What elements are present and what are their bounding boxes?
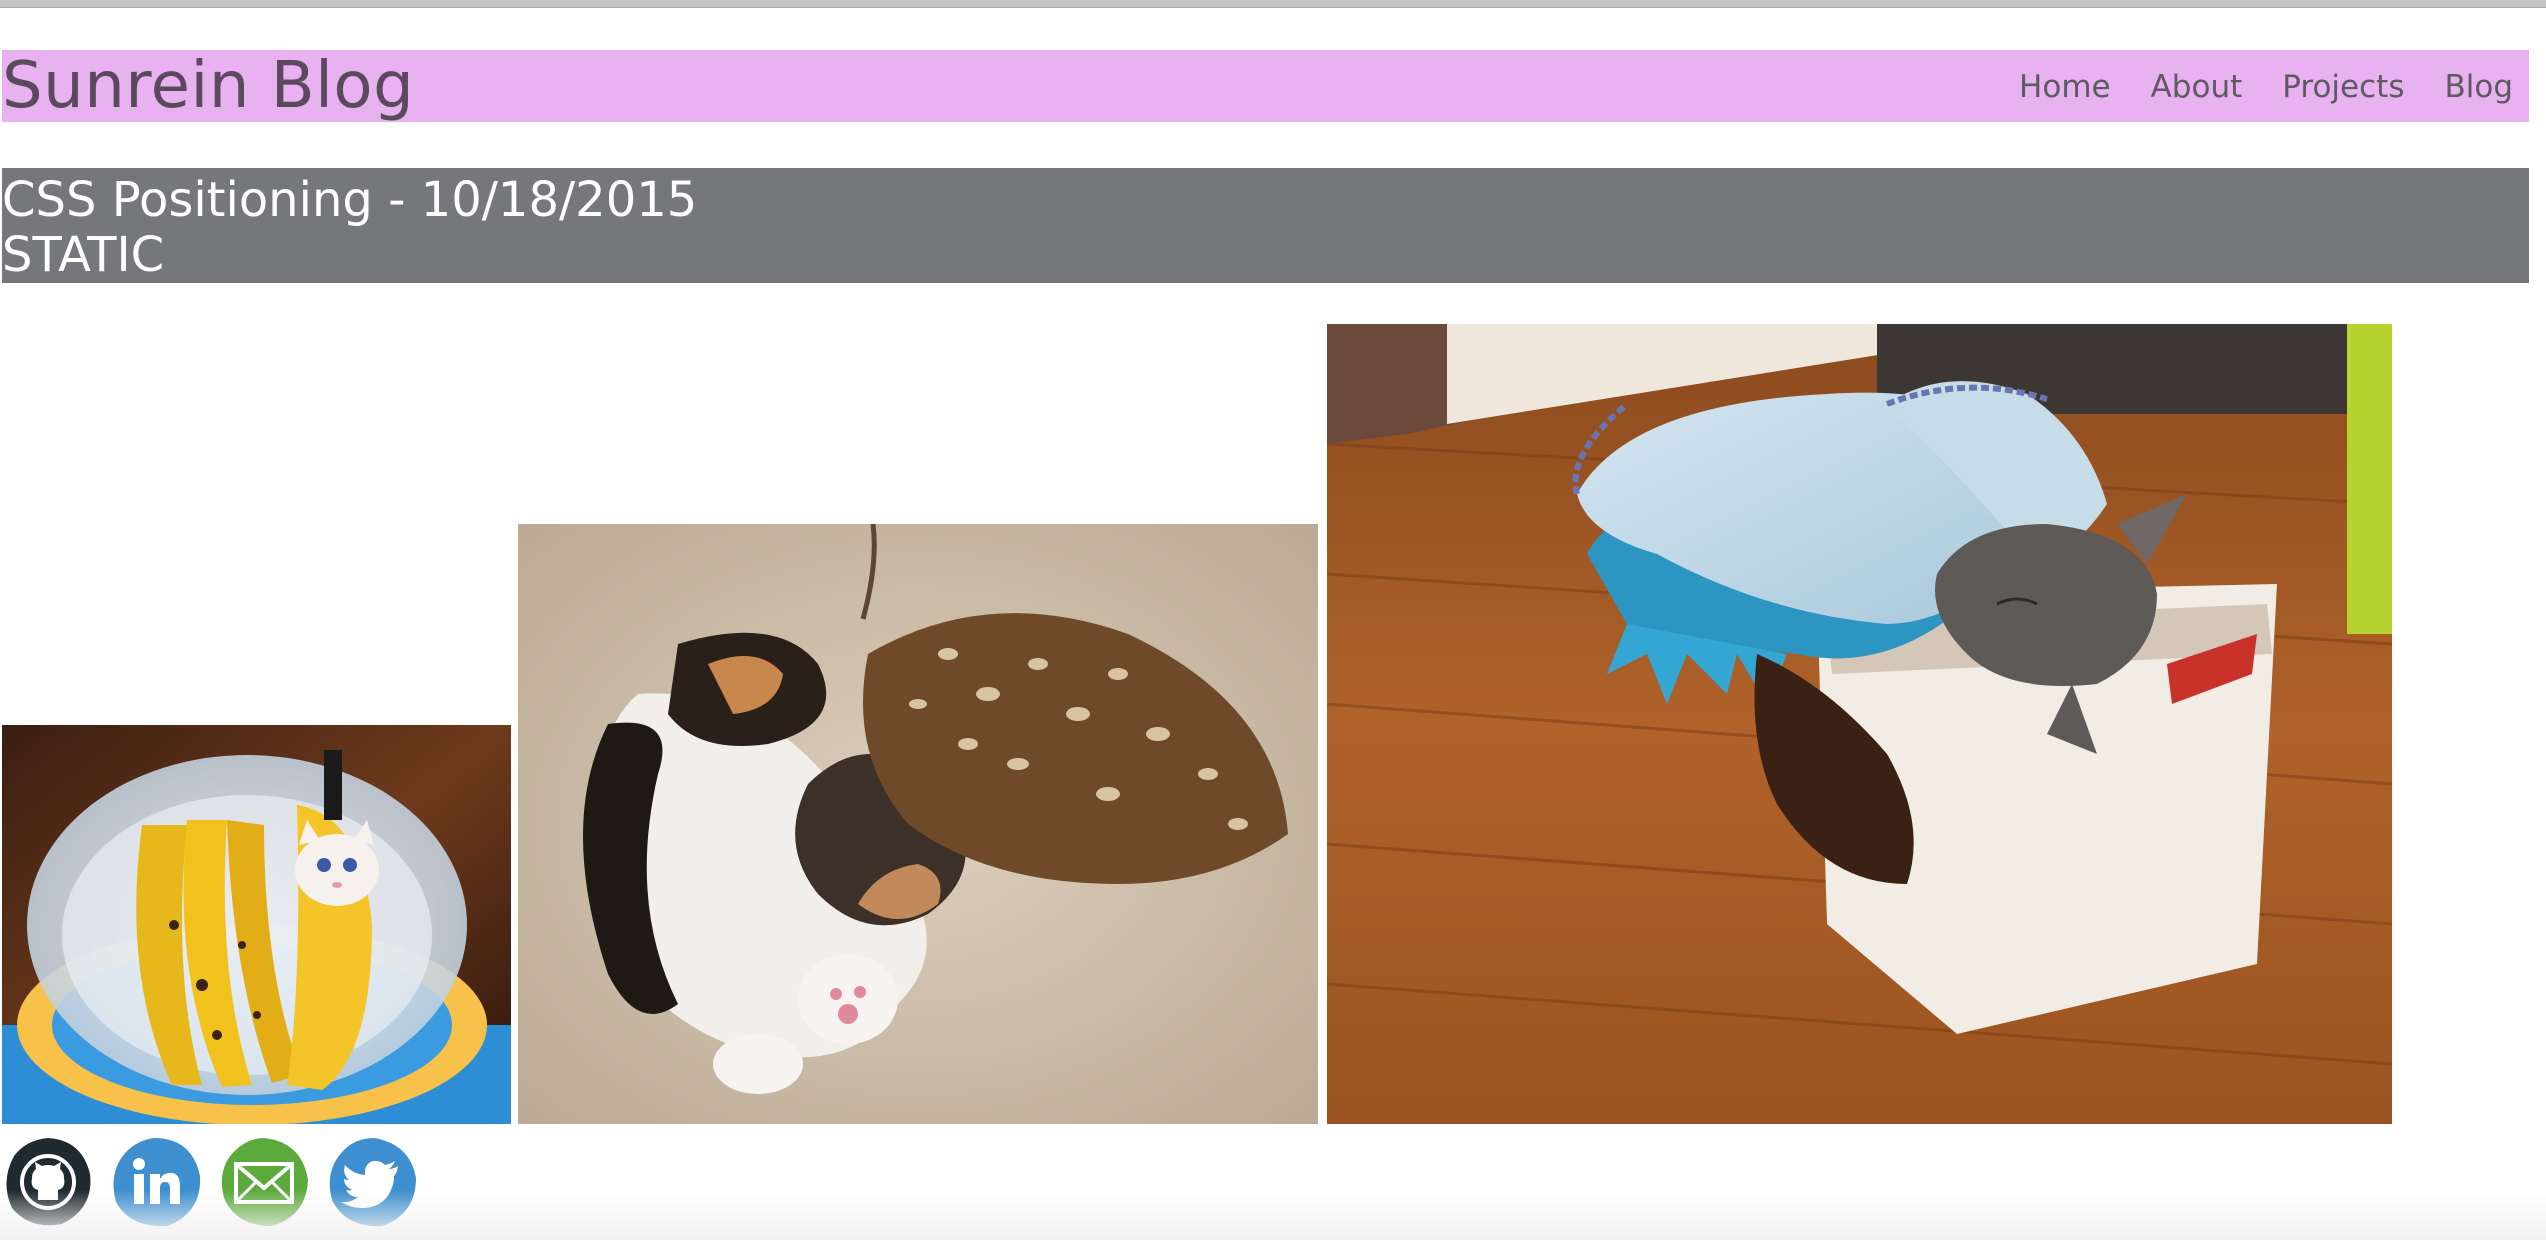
photo-kitten-banana-bowl bbox=[2, 725, 511, 1124]
post-title: CSS Positioning - 10/18/2015 bbox=[2, 172, 698, 228]
photo-kitten-blanket-box-image bbox=[1327, 324, 2392, 1124]
site-title[interactable]: Sunrein Blog bbox=[2, 54, 414, 118]
twitter-icon bbox=[329, 1138, 416, 1227]
linkedin-icon bbox=[113, 1138, 201, 1227]
nav-about-link[interactable]: About bbox=[2151, 70, 2243, 104]
post-subtitle: STATIC bbox=[2, 227, 165, 283]
nav-blog-link[interactable]: Blog bbox=[2444, 70, 2513, 104]
nav-home-link[interactable]: Home bbox=[2019, 70, 2111, 104]
twitter-link[interactable] bbox=[326, 1136, 418, 1228]
photo-kitten-with-owl-image bbox=[518, 524, 1318, 1124]
main-nav: Home About Projects Blog bbox=[2019, 70, 2513, 104]
github-link[interactable] bbox=[2, 1136, 94, 1228]
github-icon bbox=[6, 1138, 91, 1226]
email-link[interactable] bbox=[218, 1136, 310, 1228]
photo-kitten-blanket-box bbox=[1327, 324, 2392, 1124]
photo-kitten-with-owl bbox=[518, 524, 1318, 1124]
linkedin-link[interactable] bbox=[110, 1136, 202, 1228]
email-icon bbox=[221, 1138, 308, 1226]
post-banner: CSS Positioning - 10/18/2015 STATIC bbox=[2, 168, 2529, 283]
browser-top-edge bbox=[0, 0, 2546, 8]
site-header: Sunrein Blog Home About Projects Blog bbox=[2, 50, 2529, 122]
nav-projects-link[interactable]: Projects bbox=[2282, 70, 2404, 104]
photo-kitten-banana-bowl-image bbox=[2, 725, 511, 1124]
